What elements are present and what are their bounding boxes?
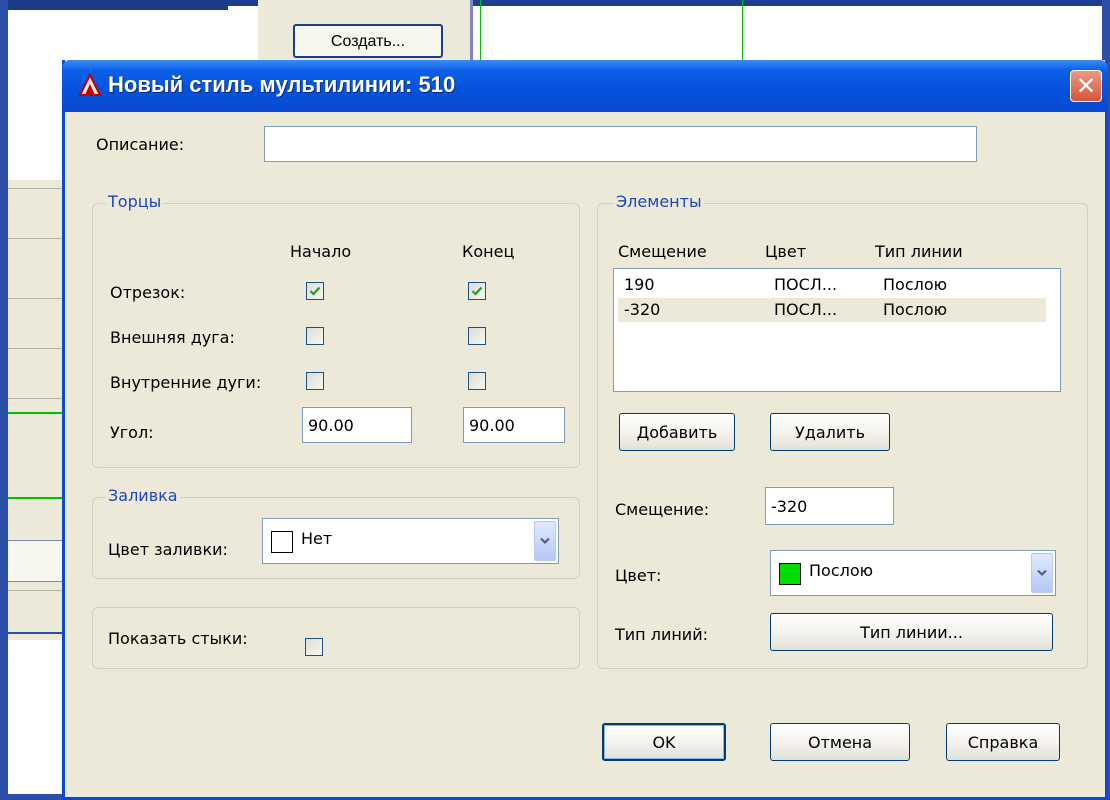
element-offset: -320	[624, 300, 661, 319]
check-icon	[471, 286, 483, 296]
outer-arc-end-checkbox[interactable]	[468, 327, 486, 345]
side-panel-divider	[8, 398, 68, 399]
line-cap-label: Отрезок:	[110, 283, 186, 302]
help-button[interactable]: Справка	[946, 723, 1060, 761]
background-side-button[interactable]	[8, 540, 67, 582]
angle-start-field[interactable]	[302, 407, 412, 443]
app-logo-icon	[78, 73, 102, 96]
chevron-down-icon[interactable]	[1031, 553, 1053, 593]
line-start-checkbox[interactable]	[306, 282, 324, 300]
ok-button[interactable]: OK	[602, 723, 726, 761]
app-title-tab	[0, 0, 228, 10]
element-color: ПОСЛ...	[774, 275, 838, 294]
drawing-line	[8, 497, 68, 499]
show-joints-checkbox[interactable]	[305, 638, 323, 656]
outer-arc-label: Внешняя дуга:	[110, 328, 235, 347]
outer-arc-start-checkbox[interactable]	[306, 327, 324, 345]
drawing-line	[8, 412, 68, 414]
dialog-title: Новый стиль мультилинии: 510	[108, 72, 456, 97]
side-panel-divider	[8, 348, 68, 349]
side-panel-divider	[8, 590, 68, 591]
element-color: ПОСЛ...	[774, 300, 838, 319]
description-field[interactable]	[264, 126, 977, 162]
color-label: Цвет:	[615, 566, 662, 585]
element-linetype: Послою	[883, 300, 948, 319]
elements-col-linetype: Тип линии	[875, 242, 963, 261]
fill-group-title: Заливка	[106, 486, 180, 505]
caps-group-title: Торцы	[106, 192, 164, 211]
inner-arcs-start-checkbox[interactable]	[306, 372, 324, 390]
offset-field[interactable]	[765, 487, 894, 525]
angle-end-field[interactable]	[463, 407, 565, 443]
show-joints-label: Показать стыки:	[108, 629, 248, 648]
caps-col-start: Начало	[290, 242, 352, 261]
multiline-style-dialog: Новый стиль мультилинии: 510 ✕ Описание:…	[62, 60, 1108, 800]
elements-group-title: Элементы	[614, 192, 704, 211]
description-label: Описание:	[96, 135, 185, 154]
check-icon	[309, 286, 321, 296]
create-button[interactable]: Создать...	[293, 24, 443, 58]
color-value: Послою	[809, 561, 874, 580]
caps-col-end: Конец	[462, 242, 515, 261]
title-bar[interactable]: Новый стиль мультилинии: 510 ✕	[62, 60, 1108, 112]
inner-arcs-end-checkbox[interactable]	[468, 372, 486, 390]
linetype-button[interactable]: Тип линии...	[770, 613, 1053, 651]
app-left-border	[0, 0, 8, 800]
elements-list[interactable]: 190 ПОСЛ... Послою -320 ПОСЛ... Послою	[613, 268, 1061, 392]
elements-col-offset: Смещение	[618, 242, 707, 261]
fill-color-label: Цвет заливки:	[108, 540, 228, 559]
chevron-down-icon[interactable]	[534, 521, 556, 561]
line-end-checkbox[interactable]	[468, 282, 486, 300]
fill-color-swatch	[271, 531, 293, 553]
linetype-label: Тип линий:	[615, 625, 708, 644]
fill-color-dropdown[interactable]: Нет	[262, 518, 559, 564]
element-offset: 190	[624, 275, 655, 294]
elements-col-color: Цвет	[765, 242, 807, 261]
cancel-button[interactable]: Отмена	[770, 723, 910, 761]
side-panel-divider	[8, 188, 68, 189]
fill-color-value: Нет	[301, 529, 333, 548]
inner-arcs-label: Внутренние дуги:	[110, 373, 262, 392]
color-swatch	[779, 563, 801, 585]
list-item[interactable]: 190 ПОСЛ... Послою	[618, 273, 1046, 297]
offset-label: Смещение:	[615, 500, 710, 519]
side-panel-divider	[8, 298, 68, 299]
add-button[interactable]: Добавить	[619, 413, 735, 451]
close-button[interactable]: ✕	[1070, 70, 1102, 102]
color-dropdown[interactable]: Послою	[770, 550, 1056, 596]
drawing-line	[8, 632, 68, 634]
element-linetype: Послою	[883, 275, 948, 294]
angle-label: Угол:	[110, 423, 154, 442]
list-item-selected[interactable]: -320 ПОСЛ... Послою	[618, 298, 1046, 322]
delete-button[interactable]: Удалить	[770, 413, 890, 451]
side-panel-divider	[8, 238, 68, 239]
